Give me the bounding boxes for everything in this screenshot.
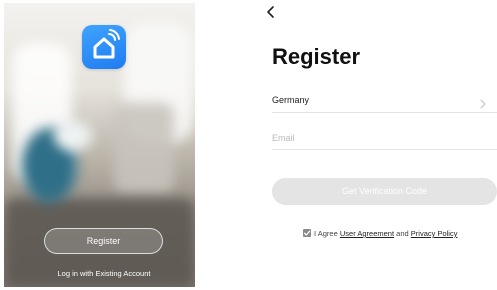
login-existing-account-link[interactable]: Log in with Existing Account <box>24 269 184 278</box>
background-blur <box>114 103 174 193</box>
country-selector[interactable]: Germany <box>272 92 497 113</box>
email-field[interactable] <box>272 130 482 146</box>
splash-register-button[interactable]: Register <box>44 228 163 254</box>
chevron-right-icon <box>479 96 487 109</box>
chevron-left-icon[interactable] <box>264 4 278 20</box>
screenshot: Register Log in with Existing Account Re… <box>0 0 497 290</box>
agree-prefix-text: I Agree <box>314 229 338 238</box>
agreement-row: I Agree User Agreement and Privacy Polic… <box>303 229 457 241</box>
email-row <box>272 128 497 150</box>
privacy-policy-link[interactable]: Privacy Policy <box>411 229 458 238</box>
smart-home-icon <box>82 25 126 69</box>
splash-screen: Register Log in with Existing Account <box>4 3 195 287</box>
country-value: Germany <box>272 95 310 105</box>
user-agreement-link[interactable]: User Agreement <box>340 229 394 238</box>
page-title: Register <box>272 44 361 69</box>
agree-and-text: and <box>396 229 409 238</box>
get-verification-code-button[interactable]: Get Verification Code <box>272 178 497 205</box>
background-blur <box>54 121 92 151</box>
agree-checkbox[interactable] <box>303 229 311 237</box>
